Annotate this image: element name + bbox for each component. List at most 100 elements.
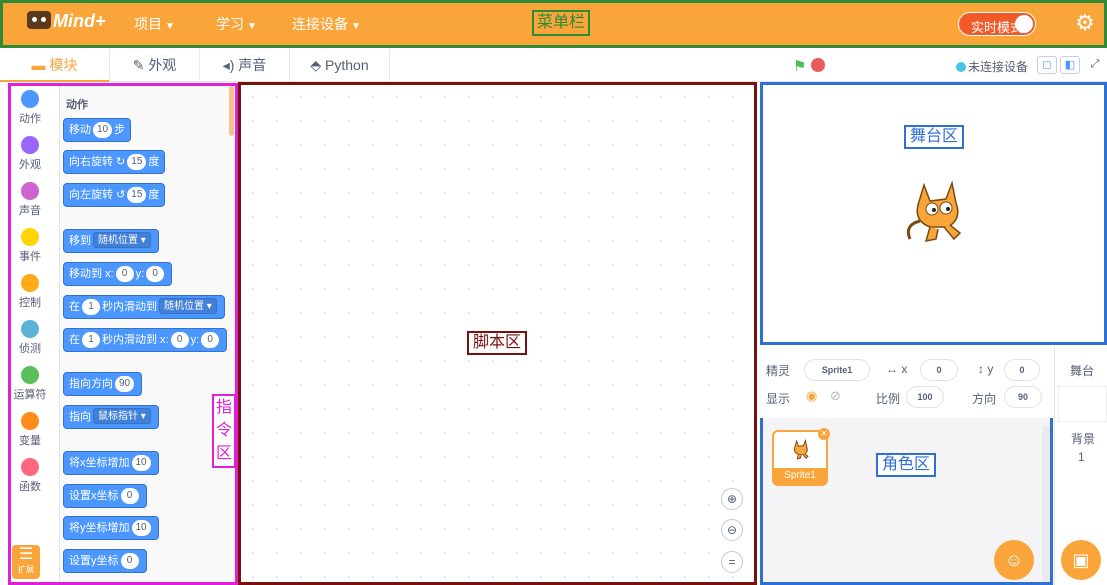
category-sound[interactable]: 声音 (0, 182, 60, 218)
y-input[interactable]: 0 (146, 266, 165, 282)
block-glide-to[interactable]: 在 1 秒内滑动到 随机位置 ▾ (63, 295, 225, 319)
stop-icon[interactable] (811, 58, 825, 72)
category-dot-icon (21, 320, 39, 338)
category-dot-icon (21, 366, 39, 384)
category-motion[interactable]: 动作 (0, 90, 60, 126)
category-control[interactable]: 控制 (0, 274, 60, 310)
y-field[interactable]: 0 (1004, 359, 1040, 381)
target-dropdown[interactable]: 随机位置 ▾ (159, 298, 217, 314)
block-go-to-xy[interactable]: 移动到 x: 0 y: 0 (63, 262, 173, 286)
tab-costumes[interactable]: ✎ 外观 (110, 48, 200, 82)
target-dropdown[interactable]: 随机位置 ▾ (93, 232, 151, 248)
number-input[interactable]: 0 (120, 553, 139, 569)
sprite-label: 精灵 (766, 364, 791, 378)
number-input[interactable]: 0 (120, 488, 139, 504)
small-stage-button[interactable]: ◻ (1037, 56, 1057, 74)
delete-sprite-icon[interactable]: ✕ (818, 428, 830, 440)
backdrop-count: 1 (1078, 450, 1085, 464)
category-operators[interactable]: 运算符 (0, 366, 60, 402)
category-dot-icon (21, 136, 39, 154)
block-turn-left[interactable]: 向左旋转 ↺ 15 度 (63, 183, 166, 207)
show-eye-icon[interactable]: ◉ (806, 388, 817, 404)
hide-eye-icon[interactable]: ⊘ (830, 388, 841, 404)
direction-field[interactable]: 90 (1004, 386, 1042, 408)
menu-connect-device[interactable]: 连接设备 ▼ (292, 14, 361, 34)
block-point-towards[interactable]: 指向 鼠标指针 ▾ (63, 405, 159, 429)
blocks-icon: ▬ (31, 57, 50, 73)
x-input[interactable]: 0 (115, 266, 134, 282)
category-sensing[interactable]: 侦测 (0, 320, 60, 356)
tabbar: ▬ 模块 ✎ 外观 ◂) 声音 ⬘ Python (0, 48, 1107, 82)
sprite-list-scrollbar[interactable] (1042, 426, 1050, 582)
zoom-out-icon[interactable]: ⊖ (721, 519, 743, 541)
category-events[interactable]: 事件 (0, 228, 60, 264)
script-area-annotation-label: 脚本区 (467, 331, 528, 355)
stage-area-annotation-label: 舞台区 (904, 125, 965, 149)
category-variables[interactable]: 变量 (0, 412, 60, 448)
block-turn-right[interactable]: 向右旋转 ↻ 15 度 (63, 150, 166, 174)
block-set-y[interactable]: 设置y坐标 0 (63, 549, 147, 573)
block-set-x[interactable]: 设置x坐标 0 (63, 484, 147, 508)
show-label: 显示 (766, 392, 791, 406)
block-move-steps[interactable]: 移动 10 步 (63, 118, 132, 142)
category-dot-icon (21, 182, 39, 200)
number-input[interactable]: 10 (131, 455, 151, 471)
zoom-in-icon[interactable]: ⊕ (721, 488, 743, 510)
green-flag-icon[interactable]: ⚑ (793, 57, 806, 75)
y-input[interactable]: 0 (201, 332, 220, 348)
direction-label: 方向 (972, 392, 997, 406)
menu-project[interactable]: 项目 ▼ (134, 14, 175, 34)
sprite-cat-icon[interactable] (900, 175, 976, 251)
block-change-x[interactable]: 将x坐标增加 10 (63, 451, 159, 475)
caret-down-icon: ▼ (165, 21, 175, 32)
target-dropdown[interactable]: 鼠标指针 ▾ (93, 408, 151, 424)
category-looks[interactable]: 外观 (0, 136, 60, 172)
sprite-cat-icon (793, 438, 809, 460)
caret-down-icon: ▼ (351, 21, 361, 32)
sprite-name-field[interactable]: Sprite1 (804, 359, 870, 381)
seconds-input[interactable]: 1 (82, 299, 100, 315)
sprite-thumbnail[interactable]: ✕ Sprite1 (772, 428, 830, 486)
menubar-annotation-label: 菜单栏 (532, 10, 591, 36)
block-point-direction[interactable]: 指向方向 90 (63, 372, 143, 396)
x-field[interactable]: 0 (920, 359, 958, 381)
number-input[interactable]: 10 (93, 122, 113, 138)
brush-icon: ✎ (132, 57, 149, 73)
x-label: ↔ x (886, 362, 908, 376)
seconds-input[interactable]: 1 (82, 332, 100, 348)
command-area-annotation-label: 指令区 (212, 394, 236, 468)
size-label: 比例 (876, 392, 901, 406)
direction-input[interactable]: 90 (115, 376, 135, 392)
stage-selector-title: 舞台 (1070, 364, 1095, 378)
add-backdrop-button[interactable]: ▣ (1061, 540, 1101, 580)
number-input[interactable]: 10 (131, 520, 151, 536)
palette-scrollbar[interactable] (229, 86, 234, 136)
stage-thumbnail[interactable] (1058, 386, 1107, 422)
block-change-y[interactable]: 将y坐标增加 10 (63, 516, 159, 540)
category-functions[interactable]: 函数 (0, 458, 60, 494)
size-field[interactable]: 100 (906, 386, 944, 408)
mindplus-logo[interactable]: Mind+ (27, 11, 106, 32)
gear-icon[interactable]: ⚙ (1074, 12, 1096, 34)
x-input[interactable]: 0 (170, 332, 189, 348)
large-stage-button[interactable]: ◧ (1060, 56, 1080, 74)
mindplus-window: Mind+ 项目 ▼ 学习 ▼ 连接设备 ▼ 菜单栏 实时模式 ⚙ ▬ 模块 ✎ 外观… (0, 0, 1107, 585)
block-glide-to-xy[interactable]: 在 1 秒内滑动到 x: 0 y: 0 (63, 328, 228, 352)
menu-learn[interactable]: 学习 ▼ (216, 14, 257, 34)
sprite-area-annotation-label: 角色区 (876, 453, 937, 477)
realtime-mode-toggle[interactable]: 实时模式 (958, 12, 1036, 36)
number-input[interactable]: 15 (127, 154, 147, 170)
zoom-reset-icon[interactable]: = (721, 551, 743, 573)
block-go-to[interactable]: 移到 随机位置 ▾ (63, 229, 159, 253)
number-input[interactable]: 15 (127, 187, 147, 203)
image-plus-icon: ▣ (1072, 550, 1090, 570)
tab-blocks[interactable]: ▬ 模块 (0, 48, 110, 82)
robot-icon (27, 11, 51, 29)
toggle-knob (1015, 15, 1033, 33)
y-label: ↕ y (978, 362, 994, 376)
tab-python[interactable]: ⬘ Python (290, 48, 390, 82)
fullscreen-icon[interactable]: ⤢ (1085, 56, 1105, 74)
tab-sounds[interactable]: ◂) 声音 (200, 48, 290, 82)
add-sprite-button[interactable]: ☺ (994, 540, 1034, 580)
extension-button[interactable]: ☰ 扩展 (12, 545, 40, 579)
